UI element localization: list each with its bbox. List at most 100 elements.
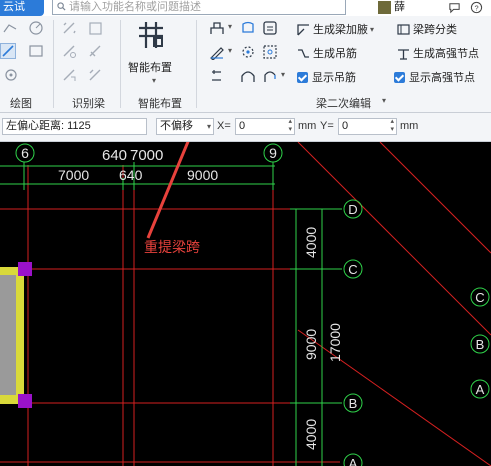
chevron-down-icon[interactable]: ▾	[152, 76, 156, 85]
gen-haunch-button[interactable]: 生成梁加腋 ▾	[297, 21, 374, 37]
gen-hs-node-button[interactable]: 生成高强节点	[397, 45, 479, 61]
left-offset-field[interactable]: 左偏心距离: 1125	[2, 118, 147, 135]
help-icon[interactable]: ?	[470, 1, 483, 14]
gen-hanger-button[interactable]: 生成吊筋	[297, 45, 357, 61]
annotation-text: 重提梁跨	[144, 239, 200, 255]
show-hs-node-checkbox[interactable]: 显示高强节点	[394, 69, 475, 85]
classify-icon	[397, 23, 410, 35]
offset-mode-select[interactable]: 不偏移 ▾	[156, 118, 214, 135]
show-hanger-checkbox[interactable]: 显示吊筋	[297, 69, 356, 85]
identify-span-icon[interactable]	[62, 44, 77, 59]
axis-label-A: A	[349, 456, 358, 466]
hook-icon[interactable]	[262, 68, 278, 84]
node-icon	[398, 48, 409, 60]
copy-span-icon[interactable]	[240, 20, 256, 36]
gen-hs-node-label: 生成高强节点	[413, 48, 479, 60]
show-hs-node-label: 显示高强节点	[409, 72, 475, 84]
point-icon[interactable]	[3, 67, 19, 83]
tab-cloud-trial[interactable]: 云试	[0, 0, 44, 16]
drawing-canvas[interactable]: 6 9 640 7000 7000 640 9000 4000 9000 170…	[0, 142, 491, 466]
hanger-icon	[298, 48, 309, 58]
check-span-icon[interactable]	[209, 68, 225, 84]
smart-layout-icon[interactable]	[136, 20, 166, 50]
arch-icon[interactable]	[240, 68, 256, 84]
edit-span-icon[interactable]	[88, 44, 103, 59]
cad-drawing[interactable]: 6 9 640 7000 7000 640 9000 4000 9000 170…	[0, 142, 491, 466]
dim-text-7000: 7000	[58, 167, 89, 183]
chevron-down-icon: ▾	[206, 122, 211, 131]
gen-hanger-label: 生成吊筋	[313, 48, 357, 60]
identify-hanger-icon[interactable]	[88, 68, 103, 83]
separator	[196, 20, 197, 108]
table-icon[interactable]	[262, 20, 278, 36]
beam-span-icon[interactable]	[209, 20, 225, 36]
smart-layout-button[interactable]: 智能布置	[128, 59, 172, 75]
axis-label-B2: B	[476, 337, 485, 352]
select-span-icon[interactable]	[240, 44, 256, 60]
x-input[interactable]: 0 ▴ ▾	[235, 118, 295, 135]
dim-text-640: 640	[119, 167, 143, 183]
chevron-down-icon[interactable]: ▾	[382, 96, 386, 105]
beam-line[interactable]	[379, 142, 491, 254]
y-unit: mm	[400, 120, 419, 132]
axis-label-B: B	[349, 396, 358, 411]
axis-label-C2: C	[475, 290, 484, 305]
property-bar: 左偏心距离: 1125 不偏移 ▾ X= 0 ▴ ▾ mm Y= 0 ▴ ▾ mm	[0, 113, 491, 142]
dim-text-9000: 9000	[187, 167, 218, 183]
frame-icon[interactable]	[262, 44, 278, 60]
avatar	[378, 1, 391, 14]
group-label-draw: 绘图	[10, 98, 32, 110]
spinner-icon[interactable]: ▴ ▾	[288, 118, 292, 134]
axis-label-D: D	[348, 202, 357, 217]
y-label: Y=	[320, 120, 334, 132]
group-label-smart: 智能布置	[138, 98, 182, 110]
identify-beam-icon[interactable]	[62, 21, 77, 36]
gen-haunch-label: 生成梁加腋	[313, 24, 368, 36]
spinner-icon[interactable]: ▴ ▾	[390, 118, 394, 134]
offset-mode-value: 不偏移	[160, 120, 193, 132]
axis-label-C: C	[348, 262, 357, 277]
check-beam-icon[interactable]	[88, 21, 103, 36]
axis-label-A2: A	[476, 382, 485, 397]
chevron-down-icon[interactable]: ▾	[228, 22, 232, 31]
chevron-down-icon: ▾	[370, 24, 375, 34]
x-unit: mm	[298, 120, 317, 132]
grip-handle[interactable]	[18, 394, 32, 408]
dim-text-v-4000b: 4000	[303, 419, 319, 450]
chat-icon[interactable]	[448, 1, 461, 14]
dim-text-v-9000: 9000	[303, 329, 319, 360]
rect-icon[interactable]	[28, 43, 44, 59]
separator	[53, 20, 54, 108]
repick-span-icon[interactable]	[209, 44, 225, 60]
x-value: 0	[239, 120, 246, 132]
group-label-identify: 识别梁	[72, 98, 105, 110]
group-label-beam-secondary: 梁二次编辑	[316, 98, 371, 110]
x-label: X=	[217, 120, 231, 132]
chevron-down-icon[interactable]: ▾	[228, 46, 232, 55]
chevron-down-icon[interactable]: ▾	[281, 70, 285, 79]
beam-line[interactable]	[297, 142, 491, 336]
span-class-button[interactable]: 梁跨分类	[397, 21, 457, 37]
grip-handle[interactable]	[18, 262, 32, 276]
search-icon	[57, 2, 66, 11]
search-input[interactable]: 请输入功能名称或问题描述	[52, 0, 346, 15]
y-value: 0	[342, 120, 349, 132]
selected-beam-inner	[0, 275, 16, 395]
top-bar: 云试 请输入功能名称或问题描述 薛子庆 ?	[0, 0, 491, 43]
checkbox-checked-icon	[394, 71, 405, 83]
y-input[interactable]: 0 ▴ ▾	[338, 118, 397, 135]
arc-icon[interactable]	[28, 20, 44, 36]
identify-rebar-icon[interactable]	[62, 68, 77, 83]
haunch-icon	[297, 23, 309, 35]
dim-text-v-4000a: 4000	[303, 227, 319, 258]
span-class-label: 梁跨分类	[413, 24, 457, 36]
separator	[120, 20, 121, 108]
axis-label-9: 9	[269, 145, 277, 161]
dim-text-v-17000: 17000	[327, 323, 343, 362]
checkbox-checked-icon	[297, 71, 308, 83]
polyline-icon[interactable]	[3, 20, 17, 34]
ribbon: 绘图 识别梁 智能布置 ▾ 智能布置 ▾ ▾ ▾ 生成梁加腋 ▾ 梁跨分类 生成…	[0, 16, 491, 113]
svg-text:?: ?	[474, 3, 478, 12]
line-icon[interactable]	[0, 43, 16, 59]
search-placeholder: 请输入功能名称或问题描述	[69, 1, 201, 13]
